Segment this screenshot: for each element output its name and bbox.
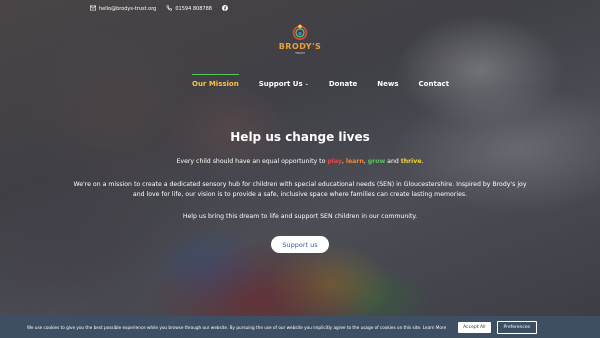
- email-link[interactable]: hello@brodys-trust.org: [90, 5, 156, 13]
- facebook-link[interactable]: [221, 5, 228, 13]
- main-nav: Our Mission Support Us ⌄ Donate News Cont…: [192, 74, 450, 88]
- contact-bar: hello@brodys-trust.org 01594 808788: [90, 5, 228, 13]
- hero-mission-text: We're on a mission to create a dedicated…: [73, 181, 527, 198]
- phone-link[interactable]: 01594 808788: [166, 5, 212, 13]
- email-text: hello@brodys-trust.org: [99, 6, 157, 12]
- nav-our-mission[interactable]: Our Mission: [192, 74, 239, 88]
- logo-wordmark: BRODY'S: [278, 42, 322, 51]
- hero-title: Help us change lives: [230, 130, 370, 144]
- mail-icon: [90, 5, 96, 13]
- nav-support-us[interactable]: Support Us ⌄: [259, 80, 309, 88]
- brodys-trust-logo[interactable]: BRODY'S TRUST: [276, 22, 324, 70]
- word-thrive: thrive: [400, 158, 422, 165]
- hero-call-to-action-text: Help us bring this dream to life and sup…: [182, 213, 418, 220]
- nav-donate[interactable]: Donate: [329, 80, 357, 88]
- cookie-banner: We use cookies to give you the best poss…: [0, 316, 600, 338]
- phone-icon: [166, 5, 173, 13]
- logo-emblem-icon: [292, 24, 308, 40]
- chevron-down-icon: ⌄: [304, 81, 309, 87]
- preferences-button[interactable]: Preferences: [496, 320, 537, 334]
- word-learn: learn: [345, 158, 364, 165]
- nav-news[interactable]: News: [377, 80, 398, 88]
- cookie-text: We use cookies to give you the best poss…: [27, 324, 447, 330]
- support-us-button[interactable]: Support us: [271, 236, 329, 253]
- hero-intro: Every child should have an equal opportu…: [176, 158, 424, 165]
- word-play: play: [327, 158, 342, 165]
- logo-subtext: TRUST: [295, 51, 305, 55]
- accept-all-button[interactable]: Accept All: [458, 321, 491, 333]
- word-grow: grow: [367, 158, 386, 165]
- phone-text: 01594 808788: [175, 6, 212, 12]
- nav-contact[interactable]: Contact: [419, 80, 450, 88]
- facebook-icon: [221, 5, 228, 13]
